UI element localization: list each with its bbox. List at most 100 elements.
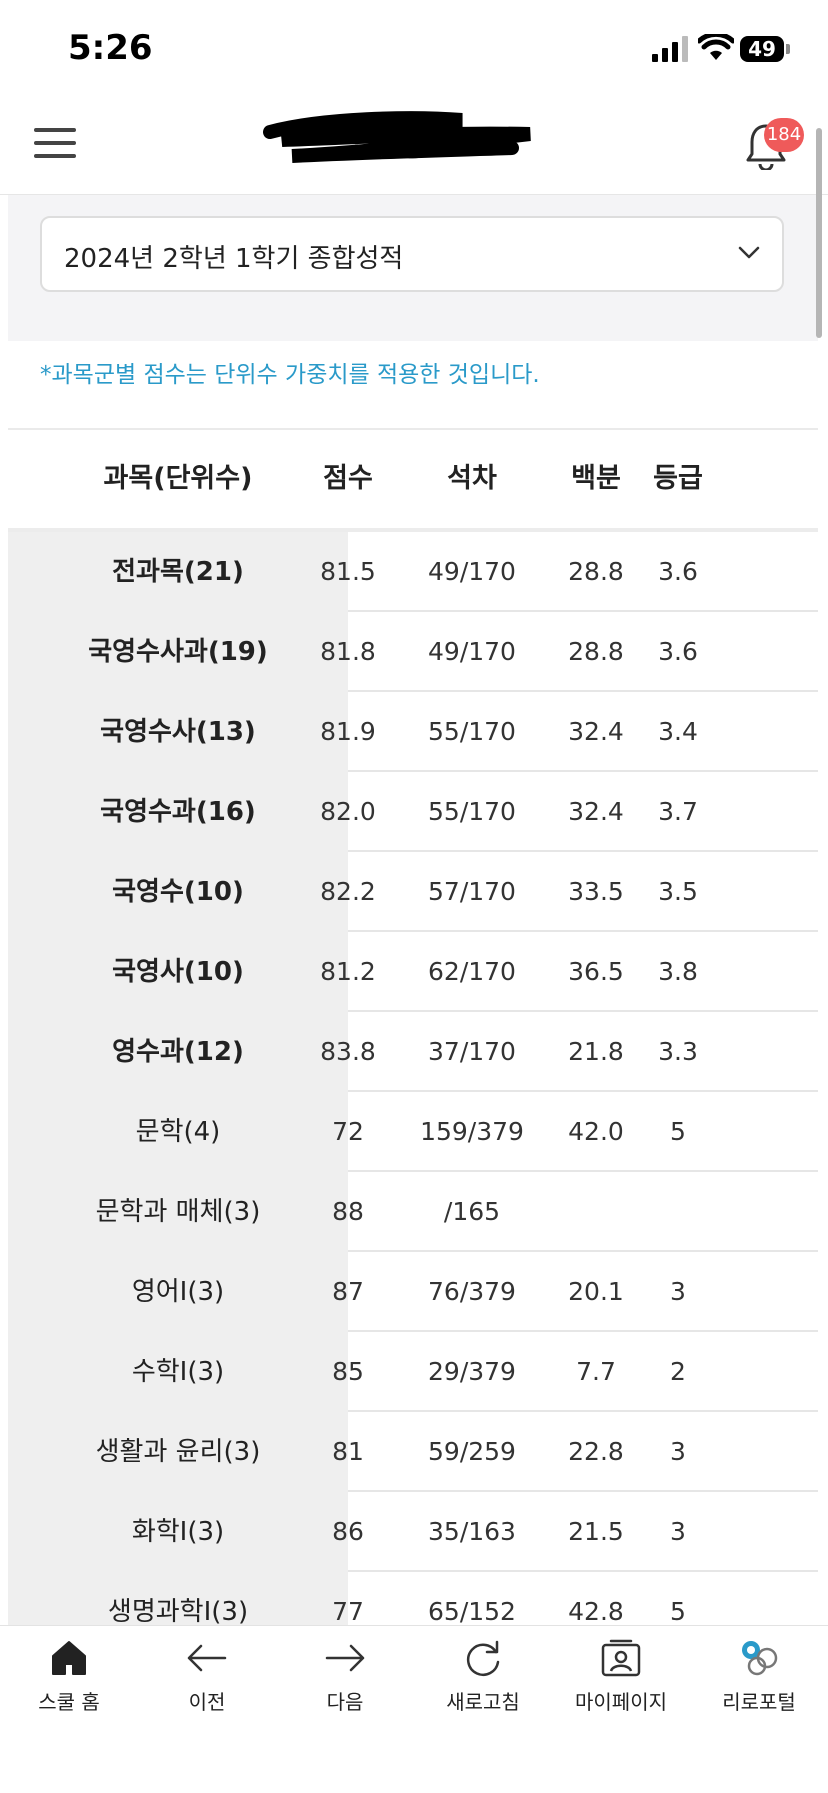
cell-subject: 문학(4) xyxy=(8,1092,348,1172)
main-content: 2024년 2학년 1학기 종합성적 *과목군별 점수는 단위수 가중치를 적용… xyxy=(8,195,818,1625)
cell-score: 81 xyxy=(332,1437,364,1466)
column-header-grade: 등급 xyxy=(653,463,703,494)
status-time: 5:26 xyxy=(68,28,153,68)
table-row: 국영수과(16) 82.0 55/170 32.4 3.7 xyxy=(8,772,818,852)
table-row: 영수과(12) 83.8 37/170 21.8 3.3 xyxy=(8,1012,818,1092)
cell-grade: 5 xyxy=(670,1597,686,1625)
nav-home[interactable]: 스쿨 홈 xyxy=(0,1638,138,1738)
cell-score: 88 xyxy=(332,1197,364,1226)
cell-subject: 화학I(3) xyxy=(8,1492,348,1572)
status-bar: 5:26 49 xyxy=(0,0,828,90)
cell-rank: 29/379 xyxy=(428,1357,516,1386)
battery-level: 49 xyxy=(748,37,776,61)
chevron-down-icon xyxy=(738,246,760,259)
cell-subject: 국영사(10) xyxy=(8,932,348,1012)
table-header: 과목(단위수) 점수 석차 백분 등급 xyxy=(8,430,818,532)
cell-grade: 3.7 xyxy=(658,797,698,826)
cell-rank: 76/379 xyxy=(428,1277,516,1306)
cell-rank: 62/170 xyxy=(428,957,516,986)
cell-rank: 55/170 xyxy=(428,797,516,826)
column-header-rank: 석차 xyxy=(447,463,497,494)
table-row: 국영사(10) 81.2 62/170 36.5 3.8 xyxy=(8,932,818,1012)
scrollbar[interactable] xyxy=(816,128,822,338)
column-header-score: 점수 xyxy=(323,463,373,494)
cell-grade xyxy=(628,1172,728,1252)
cell-subject: 영수과(12) xyxy=(8,1012,348,1092)
nav-mypage-label: 마이페이지 xyxy=(575,1690,667,1714)
table-row: 화학I(3) 86 35/163 21.5 3 xyxy=(8,1492,818,1572)
cell-score: 81.9 xyxy=(320,717,376,746)
cell-grade: 3 xyxy=(670,1437,686,1466)
cell-grade: 3.5 xyxy=(658,877,698,906)
nav-portal[interactable]: 리로포털 xyxy=(690,1638,828,1738)
cell-subject: 전과목(21) xyxy=(8,532,348,612)
cell-score: 77 xyxy=(332,1597,364,1625)
cell-grade: 3.8 xyxy=(658,957,698,986)
table-row: 전과목(21) 81.5 49/170 28.8 3.6 xyxy=(8,532,818,612)
arrow-left-icon xyxy=(187,1644,227,1672)
bottom-navigation: 스쿨 홈 이전 다음 새로고침 마이페이지 리로포털 xyxy=(0,1625,828,1793)
cell-rank: 35/163 xyxy=(428,1517,516,1546)
arrow-right-icon xyxy=(325,1644,365,1672)
divider xyxy=(8,319,818,341)
grades-table-body: 전과목(21) 81.5 49/170 28.8 3.6 국영수사과(19) 81.8 49/… xyxy=(8,532,818,1625)
nav-mypage[interactable]: 마이페이지 xyxy=(552,1638,690,1738)
cell-rank: 57/170 xyxy=(428,877,516,906)
cell-subject: 국영수사과(19) xyxy=(8,612,348,692)
cell-score: 86 xyxy=(332,1517,364,1546)
cell-grade: 5 xyxy=(670,1117,686,1146)
nav-forward[interactable]: 다음 xyxy=(276,1638,414,1738)
cellular-signal-icon xyxy=(652,36,688,62)
cell-subject: 국영수과(16) xyxy=(8,772,348,852)
table-row: 생명과학I(3) 77 65/152 42.8 5 xyxy=(8,1572,818,1625)
cell-rank: 55/170 xyxy=(428,717,516,746)
cell-rank: 49/170 xyxy=(428,637,516,666)
cell-rank: 159/379 xyxy=(420,1117,524,1146)
refresh-icon xyxy=(466,1640,500,1676)
semester-select-value: 2024년 2학년 1학기 종합성적 xyxy=(64,244,404,274)
notification-badge: 184 xyxy=(764,118,804,152)
nav-forward-label: 다음 xyxy=(326,1690,364,1714)
profile-icon xyxy=(601,1639,641,1677)
cell-grade: 3 xyxy=(670,1517,686,1546)
table-row: 국영수사(13) 81.9 55/170 32.4 3.4 xyxy=(8,692,818,772)
semester-select-area: 2024년 2학년 1학기 종합성적 xyxy=(8,195,818,319)
portal-icon xyxy=(742,1641,778,1676)
wifi-icon xyxy=(698,34,734,60)
semester-select[interactable]: 2024년 2학년 1학기 종합성적 xyxy=(40,216,784,292)
cell-subject: 국영수(10) xyxy=(8,852,348,932)
nav-refresh[interactable]: 새로고침 xyxy=(414,1638,552,1738)
cell-score: 82.2 xyxy=(320,877,376,906)
app-header: 종합성 xyxy=(0,90,828,195)
cell-rank: 65/152 xyxy=(428,1597,516,1625)
cell-subject: 생활과 윤리(3) xyxy=(8,1412,348,1492)
table-row: 문학과 매체(3) 88/165 xyxy=(8,1172,818,1252)
battery-icon: 49 xyxy=(740,36,790,62)
cell-subject: 생명과학I(3) xyxy=(8,1572,348,1625)
nav-back[interactable]: 이전 xyxy=(138,1638,276,1738)
cell-subject: 수학I(3) xyxy=(8,1332,348,1412)
table-row: 생활과 윤리(3) 81 59/259 22.8 3 xyxy=(8,1412,818,1492)
cell-grade: 3.4 xyxy=(658,717,698,746)
cell-score: 81.2 xyxy=(320,957,376,986)
cell-rank: /165 xyxy=(443,1197,501,1226)
cell-rank: 49/170 xyxy=(428,557,516,586)
cell-grade: 2 xyxy=(670,1357,686,1386)
cell-score: 87 xyxy=(332,1277,364,1306)
cell-score: 81.8 xyxy=(320,637,376,666)
cell-score: 81.5 xyxy=(320,557,376,586)
hamburger-menu-icon[interactable] xyxy=(34,128,76,158)
nav-portal-label: 리로포털 xyxy=(722,1690,796,1714)
nav-refresh-label: 새로고침 xyxy=(446,1690,520,1714)
table-row: 국영수(10) 82.2 57/170 33.5 3.5 xyxy=(8,852,818,932)
cell-grade: 3 xyxy=(670,1277,686,1306)
home-icon xyxy=(52,1641,86,1675)
cell-score: 82.0 xyxy=(320,797,376,826)
table-row: 수학I(3) 85 29/379 7.7 2 xyxy=(8,1332,818,1412)
page-title-redacted: 종합성 xyxy=(262,108,542,174)
cell-score: 72 xyxy=(332,1117,364,1146)
table-row: 국영수사과(19) 81.8 49/170 28.8 3.6 xyxy=(8,612,818,692)
redaction-scribble xyxy=(263,111,531,163)
cell-grade: 3.6 xyxy=(658,557,698,586)
cell-subject: 국영수사(13) xyxy=(8,692,348,772)
